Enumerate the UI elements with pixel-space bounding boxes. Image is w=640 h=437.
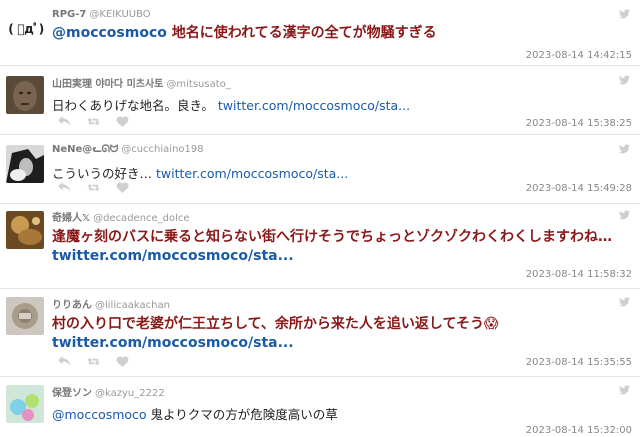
timestamp[interactable]: 2023-08-14 15:32:00 [526, 425, 632, 436]
username[interactable]: @cucchiaino198 [121, 144, 203, 155]
retweet-icon[interactable] [87, 116, 100, 127]
timestamp[interactable]: 2023-08-14 15:49:28 [526, 183, 632, 194]
mention-link[interactable]: @moccosmoco [52, 25, 167, 41]
twitter-bird-icon [619, 9, 630, 19]
tweet-text: @moccosmoco 鬼よりクマの方が危険度高いの草 [52, 404, 630, 423]
tweet-item: りりあん @lilicaakachan 村の入り口で老婆が仁王立ちして、余所から来… [0, 289, 640, 377]
username[interactable]: @mitsusato_ [166, 79, 230, 90]
timestamp[interactable]: 2023-08-14 11:58:32 [526, 269, 632, 280]
tweet-item: 山田実理 야마다 미츠사토 @mitsusato_ 日わくありげな地名。良き。 t… [0, 66, 640, 135]
tweet-text-content: 鬼よりクマの方が危険度高いの草 [146, 407, 338, 422]
tweet-item: 保登ソン @kazyu_2222 @moccosmoco 鬼よりクマの方が危険度高… [0, 377, 640, 437]
username[interactable]: @KEIKUUBO [89, 9, 150, 20]
tweet-header: NeNe@ᓚᘏᗢ @cucchiaino198 [52, 144, 204, 155]
avatar[interactable] [6, 297, 44, 335]
tweet-text: 逢魔ヶ刻のバスに乗ると知らない街へ行けそうでちょっとゾクゾクわくわくしますわね…… [52, 228, 630, 266]
reply-icon[interactable] [58, 356, 71, 367]
tweet-text-content: こういうの好き… [52, 166, 156, 181]
tweet-text: @moccosmoco 地名に使われてる漢字の全てが物騒すぎる [52, 24, 630, 43]
tweet-header: りりあん @lilicaakachan [52, 296, 170, 311]
username[interactable]: @decadence_dolce [93, 213, 190, 224]
twitter-bird-icon [619, 385, 630, 395]
heart-icon[interactable] [116, 116, 129, 127]
tweet-header: 山田実理 야마다 미츠사토 @mitsusato_ [52, 75, 231, 90]
tweet-text-content: 村の入り口で老婆が仁王立ちして、余所から来た人を追い返してそう😱 [52, 316, 499, 332]
display-name[interactable]: りりあん [52, 300, 92, 311]
tweet-item: ( ﾟдﾟ) RPG-7 @KEIKUUBO @moccosmoco 地名に使われ… [0, 0, 640, 66]
tweet-link[interactable]: twitter.com/moccosmoco/sta... [52, 247, 630, 266]
username[interactable]: @kazyu_2222 [95, 388, 165, 399]
tweet-actions [58, 356, 129, 367]
display-name[interactable]: RPG-7 [52, 9, 86, 20]
heart-icon[interactable] [116, 356, 129, 367]
twitter-bird-icon [619, 75, 630, 85]
tweet-item: NeNe@ᓚᘏᗢ @cucchiaino198 こういうの好き… twitter.… [0, 135, 640, 204]
display-name[interactable]: 保登ソン [52, 388, 92, 399]
avatar[interactable]: ( ﾟдﾟ) [4, 16, 48, 40]
twitter-bird-icon [619, 210, 630, 220]
tweet-actions [58, 116, 129, 127]
tweet-link[interactable]: twitter.com/moccosmoco/sta... [52, 334, 630, 353]
retweet-icon[interactable] [87, 182, 100, 193]
display-name[interactable]: 山田実理 야마다 미츠사토 [52, 79, 163, 90]
display-name[interactable]: 奇婦人𝕏 [52, 213, 90, 224]
twitter-bird-icon [619, 144, 630, 154]
username[interactable]: @lilicaakachan [95, 300, 170, 311]
tweet-header: 奇婦人𝕏 @decadence_dolce [52, 209, 190, 224]
tweet-text: こういうの好き… twitter.com/moccosmoco/sta... [52, 163, 630, 182]
tweet-actions [58, 182, 129, 193]
display-name[interactable]: NeNe@ᓚᘏᗢ [52, 144, 118, 155]
heart-icon[interactable] [116, 182, 129, 193]
tweet-text: 村の入り口で老婆が仁王立ちして、余所から来た人を追い返してそう😱 twitter… [52, 315, 630, 353]
tweet-link[interactable]: twitter.com/moccosmoco/sta... [218, 98, 410, 113]
tweet-text-content: 逢魔ヶ刻のバスに乗ると知らない街へ行けそうでちょっとゾクゾクわくわくしますわね… [52, 229, 612, 245]
avatar[interactable] [6, 76, 44, 114]
avatar[interactable] [6, 385, 44, 423]
retweet-icon[interactable] [87, 356, 100, 367]
reply-icon[interactable] [58, 182, 71, 193]
tweet-item: 奇婦人𝕏 @decadence_dolce 逢魔ヶ刻のバスに乗ると知らない街へ行け… [0, 204, 640, 289]
tweet-link[interactable]: twitter.com/moccosmoco/sta... [156, 166, 348, 181]
reply-feed: ( ﾟдﾟ) RPG-7 @KEIKUUBO @moccosmoco 地名に使われ… [0, 0, 640, 437]
tweet-text: 日わくありげな地名。良き。 twitter.com/moccosmoco/sta… [52, 95, 630, 114]
reply-icon[interactable] [58, 116, 71, 127]
tweet-header: RPG-7 @KEIKUUBO [52, 9, 151, 20]
mention-link[interactable]: @moccosmoco [52, 407, 147, 422]
timestamp[interactable]: 2023-08-14 15:38:25 [526, 118, 632, 129]
tweet-header: 保登ソン @kazyu_2222 [52, 384, 165, 399]
timestamp[interactable]: 2023-08-14 15:35:55 [526, 357, 632, 368]
timestamp[interactable]: 2023-08-14 14:42:15 [526, 50, 632, 61]
twitter-bird-icon [619, 297, 630, 307]
avatar[interactable] [6, 145, 44, 183]
avatar[interactable] [6, 211, 44, 249]
tweet-text-content: 日わくありげな地名。良き。 [52, 98, 218, 113]
tweet-text-content: 地名に使われてる漢字の全てが物騒すぎる [166, 25, 437, 41]
